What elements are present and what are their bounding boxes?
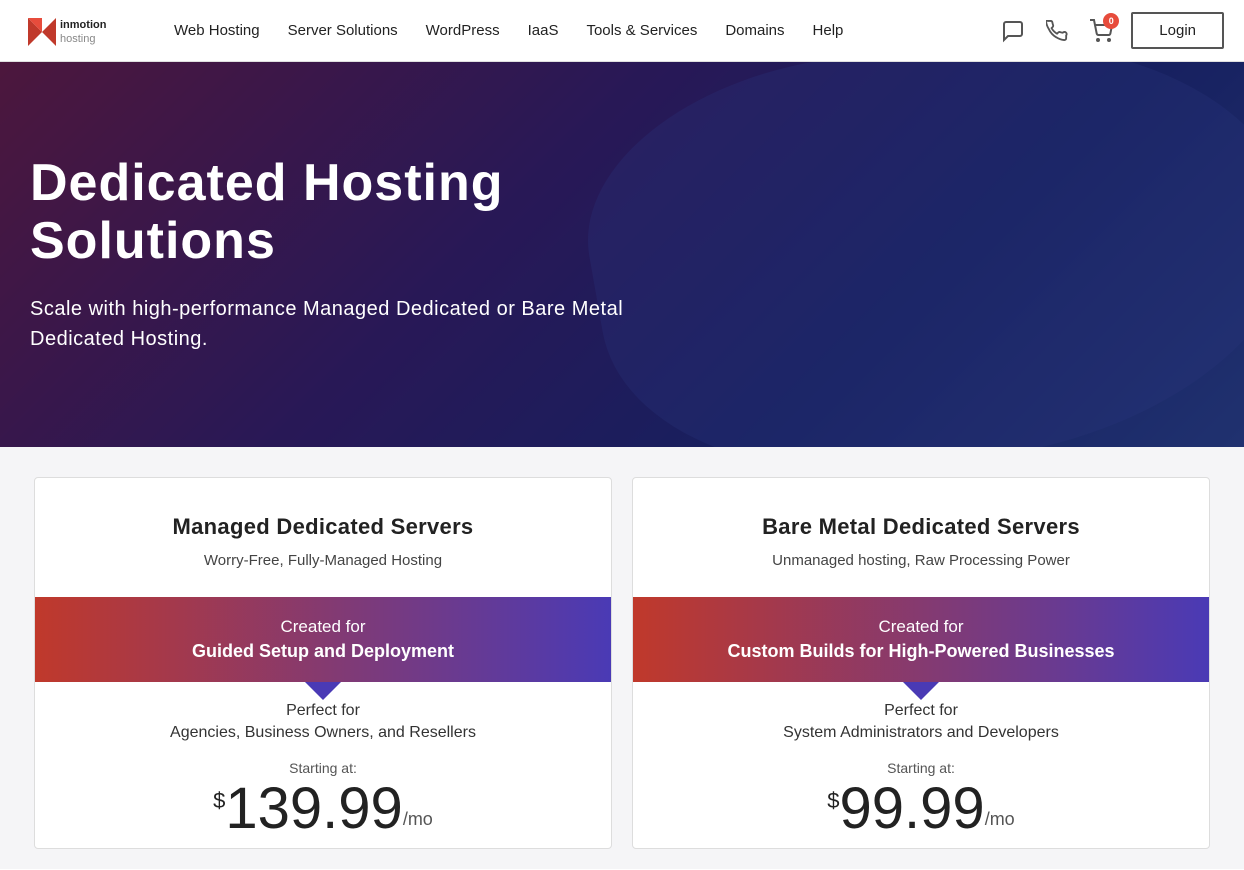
logo[interactable]: inmotion hosting xyxy=(20,10,130,52)
nav-help[interactable]: Help xyxy=(799,22,858,39)
managed-banner-top: Created for xyxy=(55,615,591,639)
hero-title: Dedicated Hosting Solutions xyxy=(30,155,670,269)
bare-metal-price-mo: /mo xyxy=(985,809,1015,830)
managed-arrow-icon xyxy=(305,682,341,700)
managed-price-dollar: $ xyxy=(213,788,225,814)
cards-section: Managed Dedicated Servers Worry-Free, Fu… xyxy=(0,447,1244,869)
bare-metal-price-dollar: $ xyxy=(827,788,839,814)
nav-tools-services[interactable]: Tools & Services xyxy=(572,22,711,39)
managed-card-banner[interactable]: Created for Guided Setup and Deployment xyxy=(35,597,611,682)
nav-iaas[interactable]: IaaS xyxy=(514,22,573,39)
bare-metal-price: $ 99.99 /mo xyxy=(653,780,1189,838)
bare-metal-card-top: Bare Metal Dedicated Servers Unmanaged h… xyxy=(633,478,1209,597)
nav-links: Web Hosting Server Solutions WordPress I… xyxy=(160,22,999,39)
navbar: inmotion hosting Web Hosting Server Solu… xyxy=(0,0,1244,62)
nav-wordpress[interactable]: WordPress xyxy=(412,22,514,39)
cart-badge: 0 xyxy=(1103,13,1119,29)
bare-metal-card: Bare Metal Dedicated Servers Unmanaged h… xyxy=(632,477,1210,849)
managed-card-bottom: Perfect for Agencies, Business Owners, a… xyxy=(35,682,611,848)
hero-section: Dedicated Hosting Solutions Scale with h… xyxy=(0,62,1244,447)
bare-metal-perfect-label: Perfect for xyxy=(653,702,1189,720)
hero-subtitle: Scale with high-performance Managed Dedi… xyxy=(30,294,670,354)
managed-starting-label: Starting at: xyxy=(55,760,591,776)
bare-metal-banner-bottom: Custom Builds for High-Powered Businesse… xyxy=(653,639,1189,664)
nav-server-solutions[interactable]: Server Solutions xyxy=(274,22,412,39)
login-button[interactable]: Login xyxy=(1131,12,1224,49)
bare-metal-starting-label: Starting at: xyxy=(653,760,1189,776)
bare-metal-card-title: Bare Metal Dedicated Servers xyxy=(653,514,1189,540)
bare-metal-card-bottom: Perfect for System Administrators and De… xyxy=(633,682,1209,848)
managed-banner-bottom: Guided Setup and Deployment xyxy=(55,639,591,664)
nav-right-icons: 0 Login xyxy=(999,12,1224,49)
hero-content: Dedicated Hosting Solutions Scale with h… xyxy=(0,155,700,353)
svg-text:hosting: hosting xyxy=(60,33,95,45)
managed-perfect-value: Agencies, Business Owners, and Resellers xyxy=(55,724,591,742)
bare-metal-arrow-icon xyxy=(903,682,939,700)
bare-metal-price-amount: 99.99 xyxy=(840,780,985,838)
cart-icon[interactable]: 0 xyxy=(1087,17,1115,45)
managed-card-title: Managed Dedicated Servers xyxy=(55,514,591,540)
managed-price: $ 139.99 /mo xyxy=(55,780,591,838)
nav-domains[interactable]: Domains xyxy=(711,22,798,39)
managed-price-mo: /mo xyxy=(403,809,433,830)
phone-icon[interactable] xyxy=(1043,17,1071,45)
managed-card: Managed Dedicated Servers Worry-Free, Fu… xyxy=(34,477,612,849)
managed-perfect-label: Perfect for xyxy=(55,702,591,720)
bare-metal-banner-top: Created for xyxy=(653,615,1189,639)
chat-icon[interactable] xyxy=(999,17,1027,45)
bare-metal-card-subtitle: Unmanaged hosting, Raw Processing Power xyxy=(653,552,1189,569)
bare-metal-card-banner[interactable]: Created for Custom Builds for High-Power… xyxy=(633,597,1209,682)
svg-text:inmotion: inmotion xyxy=(60,19,107,31)
managed-card-subtitle: Worry-Free, Fully-Managed Hosting xyxy=(55,552,591,569)
managed-price-amount: 139.99 xyxy=(225,780,402,838)
nav-web-hosting[interactable]: Web Hosting xyxy=(160,22,274,39)
managed-card-top: Managed Dedicated Servers Worry-Free, Fu… xyxy=(35,478,611,597)
bare-metal-perfect-value: System Administrators and Developers xyxy=(653,724,1189,742)
